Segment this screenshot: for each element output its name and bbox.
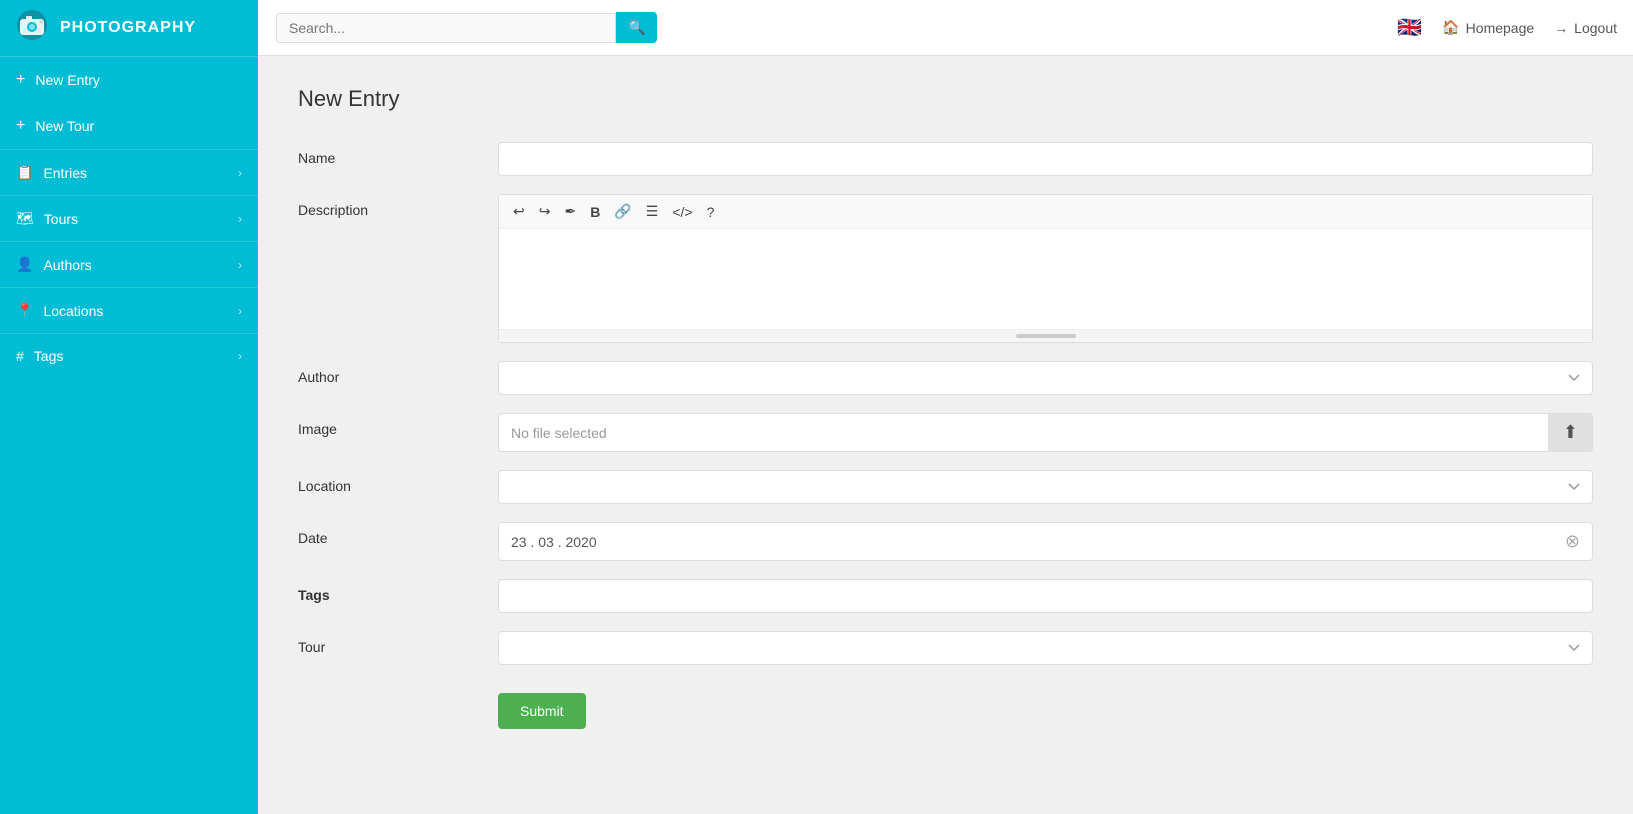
image-row: Image No file selected ⬆ [298,413,1593,452]
author-label: Author [298,361,498,385]
new-tour-label: New Tour [35,118,94,134]
date-input[interactable] [511,534,1565,550]
plus-icon-entry: + [16,71,25,89]
navbar-right: 🇬🇧 🏠 Homepage → Logout [1397,15,1617,40]
logout-link[interactable]: → Logout [1554,20,1617,36]
name-input[interactable] [498,142,1593,176]
date-input-wrap: ⊗ [498,522,1593,561]
sidebar-item-tours[interactable]: 🗺 Tours › [0,195,258,241]
editor-resize-handle [499,329,1592,342]
camera-icon [16,9,48,48]
sidebar-item-locations[interactable]: 📍 Locations › [0,287,258,333]
submit-wrap: Submit [498,683,1593,729]
description-editor[interactable] [499,229,1592,329]
date-field-wrap: ⊗ [498,522,1593,561]
tour-row: Tour [298,631,1593,665]
location-select[interactable] [498,470,1593,504]
homepage-label: Homepage [1466,20,1535,36]
chevron-right-icon-tags: › [238,349,242,363]
tags-label: Tags [298,579,498,603]
sidebar-item-authors[interactable]: 👤 Authors › [0,241,258,287]
editor-toolbar: ↩ ↪ ✒ B 🔗 ☰ </> ? [499,195,1592,229]
flag-icon: 🇬🇧 [1397,15,1422,40]
tags-icon: # [16,348,24,364]
resize-bar [1016,334,1076,338]
submit-label-spacer [298,683,498,691]
date-row: Date ⊗ [298,522,1593,561]
sidebar-item-label-tours: Tours [44,211,78,227]
sidebar-item-tags[interactable]: # Tags › [0,333,258,378]
eraser-button[interactable]: ✒ [560,201,580,222]
tags-row: Tags [298,579,1593,613]
plus-icon-tour: + [16,117,25,135]
editor-wrapper: ↩ ↪ ✒ B 🔗 ☰ </> ? [498,194,1593,343]
tags-field-wrap [498,579,1593,613]
sidebar-brand: PHOTOGRAPHY [0,0,258,56]
submit-button[interactable]: Submit [498,693,586,729]
author-field-wrap [498,361,1593,395]
tour-field-wrap [498,631,1593,665]
sidebar: PHOTOGRAPHY + New Entry + New Tour 📋 Ent… [0,0,258,814]
image-upload-button[interactable]: ⬆ [1548,414,1592,451]
description-row: Description ↩ ↪ ✒ B 🔗 ☰ </> ? [298,194,1593,343]
date-clear-button[interactable]: ⊗ [1565,531,1580,552]
link-button[interactable]: 🔗 [610,201,635,222]
description-field-wrap: ↩ ↪ ✒ B 🔗 ☰ </> ? [498,194,1593,343]
description-label: Description [298,194,498,218]
chevron-right-icon-entries: › [238,166,242,180]
redo-button[interactable]: ↪ [535,201,555,222]
help-button[interactable]: ? [703,202,719,222]
image-label: Image [298,413,498,437]
code-button[interactable]: </> [668,202,696,222]
location-label: Location [298,470,498,494]
submit-row: Submit [298,683,1593,729]
bold-button[interactable]: B [586,202,604,222]
image-placeholder: No file selected [499,417,1548,449]
search-input[interactable] [276,13,616,43]
name-row: Name [298,142,1593,176]
sidebar-item-label-entries: Entries [43,165,87,181]
logout-label: Logout [1574,20,1617,36]
search-button[interactable]: 🔍 [616,12,657,43]
image-upload-row: No file selected ⬆ [498,413,1593,452]
new-entry-link[interactable]: + New Entry [0,57,258,103]
authors-icon: 👤 [16,256,33,273]
author-row: Author [298,361,1593,395]
new-tour-link[interactable]: + New Tour [0,103,258,149]
chevron-right-icon-tours: › [238,212,242,226]
search-area: 🔍 [276,12,1397,43]
sidebar-item-label-tags: Tags [34,348,64,364]
chevron-right-icon-locations: › [238,304,242,318]
name-label: Name [298,142,498,166]
location-row: Location [298,470,1593,504]
name-field-wrap [498,142,1593,176]
author-select[interactable] [498,361,1593,395]
main-content: New Entry Name Description ↩ ↪ ✒ B 🔗 ☰ <… [258,56,1633,814]
new-entry-label: New Entry [35,72,100,88]
tags-input[interactable] [498,579,1593,613]
tour-label: Tour [298,631,498,655]
list-button[interactable]: ☰ [642,201,663,222]
locations-icon: 📍 [16,302,33,319]
home-icon: 🏠 [1442,19,1459,36]
sidebar-item-entries[interactable]: 📋 Entries › [0,149,258,195]
tour-select[interactable] [498,631,1593,665]
chevron-right-icon-authors: › [238,258,242,272]
logout-icon: → [1554,20,1568,36]
image-field-wrap: No file selected ⬆ [498,413,1593,452]
sidebar-item-label-authors: Authors [43,257,91,273]
undo-button[interactable]: ↩ [509,201,529,222]
brand-name: PHOTOGRAPHY [60,19,196,37]
page-title: New Entry [298,86,1593,112]
entries-icon: 📋 [16,164,33,181]
date-label: Date [298,522,498,546]
tours-icon: 🗺 [16,210,34,227]
sidebar-item-label-locations: Locations [43,303,103,319]
location-field-wrap [498,470,1593,504]
homepage-link[interactable]: 🏠 Homepage [1442,19,1534,36]
